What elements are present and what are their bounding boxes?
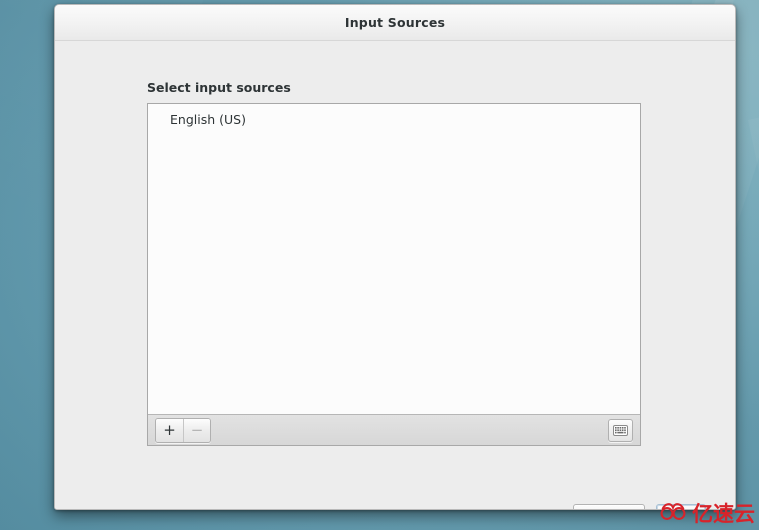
- watermark: 亿速云: [658, 498, 755, 528]
- add-input-source-button[interactable]: +: [156, 418, 183, 442]
- show-keyboard-layout-button[interactable]: [608, 418, 633, 442]
- input-sources-dialog: Input Sources Select input sources Engli…: [54, 4, 736, 510]
- window-title: Input Sources: [344, 15, 446, 30]
- dialog-footer: Previous Next: [55, 446, 735, 509]
- remove-input-source-button[interactable]: −: [183, 418, 210, 442]
- list-toolbar: + −: [148, 414, 640, 445]
- previous-button[interactable]: Previous: [573, 504, 645, 509]
- list-item[interactable]: English (US): [148, 104, 640, 135]
- section-label: Select input sources: [147, 80, 291, 95]
- input-sources-list[interactable]: English (US): [148, 104, 640, 413]
- watermark-text: 亿速云: [692, 502, 755, 526]
- dialog-content: Select input sources English (US) + −: [55, 41, 735, 509]
- input-sources-list-frame: English (US) + −: [147, 103, 641, 446]
- cloud-logo-icon: [658, 500, 688, 526]
- title-bar: Input Sources: [55, 5, 735, 41]
- add-remove-button-group: + −: [155, 417, 211, 443]
- keyboard-icon: [613, 424, 628, 436]
